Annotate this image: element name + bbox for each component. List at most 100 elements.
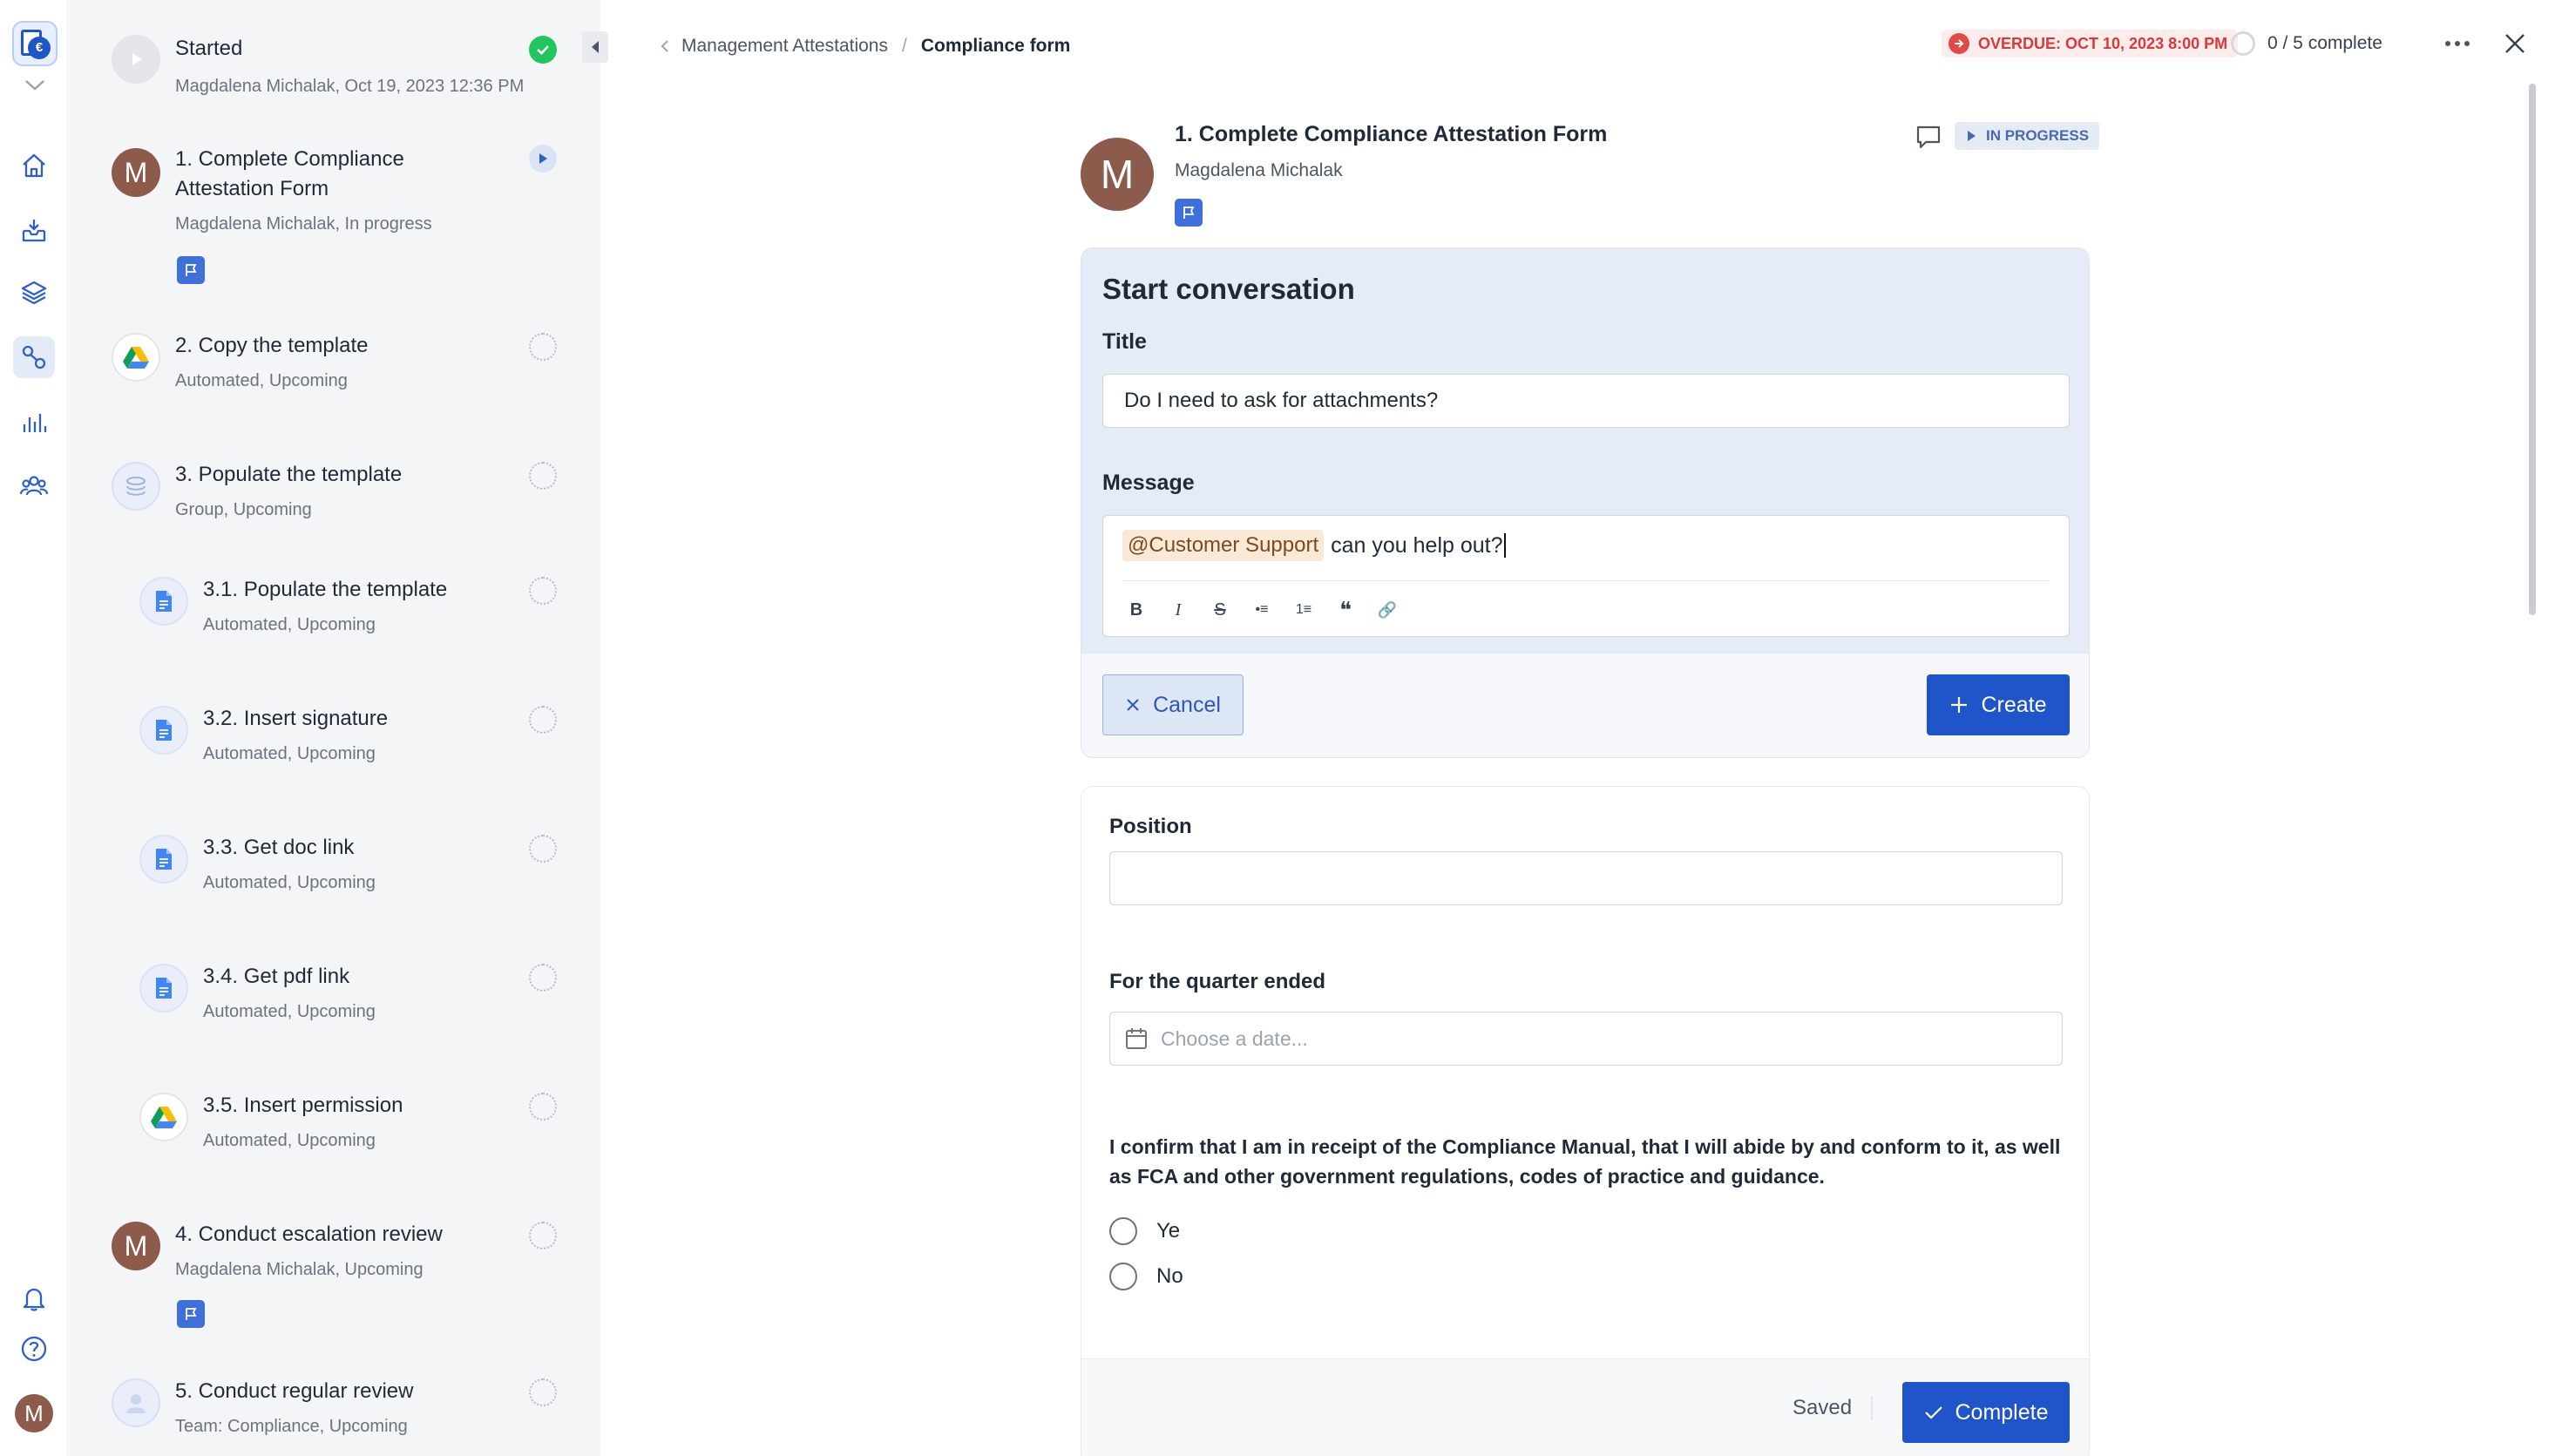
step-subtitle: Magdalena Michalak, Upcoming: [175, 1260, 424, 1279]
step-subtitle: Group, Upcoming: [175, 500, 312, 519]
step-title: 4. Conduct escalation review: [175, 1222, 443, 1246]
upcoming-icon: [529, 333, 557, 361]
step-subtitle: Magdalena Michalak, Oct 19, 2023 12:36 P…: [175, 77, 525, 96]
message-label: Message: [1102, 471, 1195, 495]
step-title: 1. Complete Compliance Attestation Form: [175, 147, 404, 200]
close-icon[interactable]: [2499, 28, 2531, 59]
step-subtitle: Automated, Upcoming: [203, 873, 376, 892]
calendar-icon: [1126, 1028, 1147, 1049]
breadcrumb-parent[interactable]: Management Attestations: [681, 36, 888, 57]
mention-tag[interactable]: @Customer Support: [1122, 530, 1325, 561]
task-assignee: Magdalena Michalak: [1175, 160, 1343, 180]
upcoming-icon: [529, 964, 557, 992]
step-title: 3.1. Populate the template: [203, 578, 448, 601]
link-button[interactable]: 🔗: [1372, 594, 1403, 626]
google-drive-icon: [139, 1093, 188, 1141]
step-subtitle: Automated, Upcoming: [203, 1002, 376, 1021]
step-title: 3.2. Insert signature: [203, 707, 389, 730]
numbered-list-button[interactable]: 1≡: [1288, 594, 1319, 626]
home-icon[interactable]: [13, 145, 55, 186]
flag-icon[interactable]: [177, 1300, 205, 1328]
step-subtitle: Automated, Upcoming: [203, 1131, 376, 1150]
flag-icon[interactable]: [177, 256, 205, 284]
start-conversation-card: Start conversation Title Message @Custom…: [1081, 247, 2090, 758]
strikethrough-button[interactable]: S: [1204, 594, 1236, 626]
upcoming-icon: [529, 1222, 557, 1249]
cancel-button[interactable]: Cancel: [1102, 674, 1244, 735]
task-title: 1. Complete Compliance Attestation Form: [1175, 122, 1608, 146]
upcoming-icon: [529, 1093, 557, 1121]
step-subtitle: Automated, Upcoming: [203, 744, 376, 763]
complete-button[interactable]: Complete: [1902, 1382, 2070, 1443]
user-avatar[interactable]: M: [15, 1394, 53, 1432]
upcoming-icon: [529, 462, 557, 490]
message-editor[interactable]: @Customer Support can you help out? B I …: [1102, 515, 2070, 637]
chevron-down-icon[interactable]: [19, 75, 51, 96]
bell-icon[interactable]: [13, 1277, 55, 1319]
conversation-title-input[interactable]: [1102, 374, 2070, 428]
breadcrumb: Management Attestations / Compliance for…: [659, 33, 1070, 59]
inbox-icon[interactable]: [13, 209, 55, 251]
bold-button[interactable]: B: [1121, 594, 1152, 626]
app-rail: € M: [0, 0, 68, 1456]
upcoming-icon: [529, 706, 557, 734]
step-title: 3.3. Get doc link: [203, 836, 355, 859]
breadcrumb-separator: /: [901, 36, 907, 56]
check-icon: [1924, 1406, 1942, 1419]
radio-option-ye[interactable]: Ye: [1109, 1217, 1180, 1245]
create-label: Create: [1981, 692, 2047, 717]
step-subtitle: Magdalena Michalak, In progress: [175, 214, 432, 234]
layers-icon[interactable]: [13, 272, 55, 314]
app-logo[interactable]: €: [12, 21, 58, 66]
radio-circle[interactable]: [1109, 1217, 1137, 1245]
text-cursor: [1503, 533, 1506, 558]
footer-divider: [1871, 1396, 1873, 1420]
step-title: 5. Conduct regular review: [175, 1379, 414, 1403]
caret-left-icon: [592, 41, 599, 53]
position-input[interactable]: [1109, 851, 2063, 905]
people-icon[interactable]: [13, 465, 55, 507]
formatting-toolbar: B I S •≡ 1≡ ❝ 🔗: [1121, 594, 1403, 626]
quote-button[interactable]: ❝: [1330, 594, 1361, 626]
step-title: 3.4. Get pdf link: [203, 965, 350, 988]
radio-option-no[interactable]: No: [1109, 1263, 1183, 1290]
upcoming-icon: [529, 577, 557, 605]
bullet-list-button[interactable]: •≡: [1246, 594, 1278, 626]
avatar: M: [112, 1222, 160, 1270]
step-subtitle: Team: Compliance, Upcoming: [175, 1417, 408, 1436]
compliance-form-card: Position For the quarter ended Choose a …: [1081, 786, 2090, 1456]
comment-icon[interactable]: [1914, 122, 1943, 152]
italic-button[interactable]: I: [1162, 594, 1194, 626]
date-picker[interactable]: Choose a date...: [1109, 1012, 2063, 1066]
scrollbar[interactable]: [2529, 84, 2536, 615]
step-subtitle: Automated, Upcoming: [203, 615, 376, 634]
status-label: IN PROGRESS: [1986, 127, 2090, 144]
chart-icon[interactable]: [13, 401, 55, 443]
step-subtitle: Automated, Upcoming: [175, 371, 348, 390]
radio-circle[interactable]: [1109, 1263, 1137, 1290]
editor-divider: [1122, 580, 2050, 581]
date-placeholder: Choose a date...: [1161, 1026, 1308, 1050]
create-button[interactable]: Create: [1927, 674, 2070, 735]
google-docs-icon: [139, 835, 188, 884]
conversation-actions: Cancel Create: [1081, 653, 2089, 757]
quarter-label: For the quarter ended: [1109, 970, 1326, 993]
more-options-icon[interactable]: [2440, 31, 2475, 56]
chevron-left-icon[interactable]: [659, 38, 671, 54]
upcoming-icon: [529, 1378, 557, 1406]
workflow-icon[interactable]: [13, 336, 55, 378]
google-docs-icon: [139, 577, 188, 626]
plus-icon: [1951, 697, 1968, 713]
confirmation-question: I confirm that I am in receipt of the Co…: [1109, 1135, 2061, 1188]
flag-icon[interactable]: [1175, 199, 1203, 227]
title-label: Title: [1102, 329, 1147, 354]
step-title: 3.5. Insert permission: [203, 1094, 403, 1117]
help-icon[interactable]: [13, 1328, 55, 1370]
task-assignee-avatar: M: [1081, 138, 1154, 211]
google-drive-icon: [112, 333, 160, 382]
play-icon: [112, 35, 160, 84]
overdue-badge: OVERDUE: OCT 10, 2023 8:00 PM: [1942, 30, 2239, 58]
breadcrumb-current: Compliance form: [920, 36, 1071, 56]
overdue-label: OVERDUE: OCT 10, 2023 8:00 PM: [1978, 34, 2228, 52]
collapse-panel-button[interactable]: [582, 31, 608, 63]
